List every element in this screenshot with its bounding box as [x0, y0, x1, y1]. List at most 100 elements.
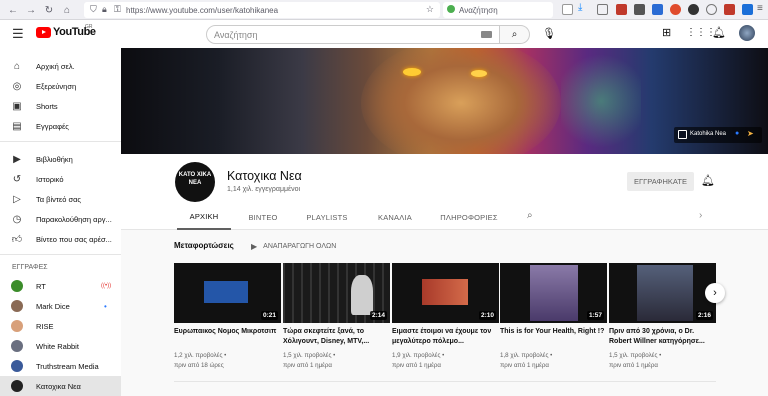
sidebar: ⌂ Αρχική σελ. ◎ Εξερεύνηση ▣ Shorts ▤ Εγ… [0, 48, 121, 396]
shelf-next-button[interactable]: › [705, 283, 725, 303]
video-thumbnail[interactable]: 2:16 [609, 263, 716, 323]
extension-7-icon[interactable] [724, 4, 735, 15]
subscribed-button[interactable]: ΕΓΓΡΑΦΗΚΑΤΕ [627, 172, 694, 191]
sidebar-item-shorts[interactable]: ▣ Shorts [0, 96, 121, 116]
video-duration: 2:14 [369, 311, 387, 320]
video-title[interactable]: Ειμαστε έτοιμοι να έχουμε τον μεγαλύτερο… [392, 327, 499, 347]
account-avatar[interactable] [739, 25, 755, 41]
lion-artwork [361, 48, 561, 154]
video-title[interactable]: Ευρωπαικος Νομος Μικροτσιπ [174, 327, 281, 337]
channel-search-icon[interactable]: ⌕ [527, 210, 533, 221]
tab-home[interactable]: ΑΡΧΙΚΗ [177, 204, 231, 230]
video-meta: 1,8 χιλ. προβολές • πριν από 1 ημέρα [500, 352, 553, 369]
tab-playlists[interactable]: PLAYLISTS [299, 204, 355, 230]
play-icon: ▷ [13, 193, 21, 205]
color-splash [561, 48, 641, 154]
bookmark-star-icon[interactable]: ☆ [426, 4, 434, 15]
video-duration: 1:57 [586, 311, 604, 320]
menu-icon[interactable]: ≡ [757, 3, 763, 14]
permissions-icon[interactable]: ⚿ [114, 4, 121, 15]
video-title[interactable]: Πριν από 30 χρόνια, ο Dr. Robert Willner… [609, 327, 716, 347]
sidebar-item-liked[interactable]: 👍︎ Βίντεο που σας αρέσ... [0, 229, 121, 249]
shorts-icon: ▣ [12, 100, 22, 112]
video-title[interactable]: Τώρα σκεφτείτε ξανά, το Χόλιγουντ, Disne… [283, 327, 390, 347]
sidebar-item-library[interactable]: ▶ Βιβλιοθήκη [0, 149, 121, 169]
tab-about[interactable]: ΠΛΗΡΟΦΟΡΙΕΣ [435, 204, 503, 230]
home-icon: ⌂ [13, 60, 21, 72]
search-input[interactable]: Αναζήτηση [206, 25, 500, 44]
hamburger-menu-icon[interactable]: ☰ [12, 26, 24, 42]
subscription-truthstream-media[interactable]: Truthstream Media [0, 356, 121, 376]
video-thumbnail[interactable]: 2:10 [392, 263, 499, 323]
extension-1-icon[interactable] [616, 4, 627, 15]
extension-3-icon[interactable] [652, 4, 663, 15]
extension-6-icon[interactable] [706, 4, 717, 15]
lion-eye-right [471, 70, 487, 77]
video-title[interactable]: This is for Your Health, Right !? [500, 327, 607, 337]
chevron-right-icon: › [713, 287, 717, 299]
extension-4-icon[interactable] [670, 4, 681, 15]
video-thumbnail[interactable]: 2:14 [283, 263, 390, 323]
subscription-rt[interactable]: RT ((•)) [0, 276, 121, 296]
channel-avatar [11, 300, 23, 312]
search-button[interactable]: ⌕ [500, 25, 530, 44]
youtube-logo-icon[interactable] [36, 27, 51, 38]
sidebar-item-explore[interactable]: ◎ Εξερεύνηση [0, 76, 121, 96]
video-duration: 2:10 [478, 311, 496, 320]
library-browser-icon[interactable] [597, 4, 608, 15]
lock-icon[interactable]: 🔒︎ [102, 4, 107, 15]
tab-channels[interactable]: ΚΑΝΑΛΙΑ [369, 204, 421, 230]
video-duration: 2:16 [695, 311, 713, 320]
tabs-next-chevron-icon[interactable]: › [699, 210, 702, 221]
create-video-icon[interactable]: ⊞ [662, 26, 671, 39]
sidebar-item-watch-later[interactable]: ◷ Παρακολούθηση αργ... [0, 209, 121, 229]
search-placeholder: Αναζήτηση [214, 29, 258, 40]
play-all-button[interactable]: ▶ ΑΝΑΠΑΡΑΓΩΓΗ ΟΛΩΝ [251, 240, 336, 252]
url-text: https://www.youtube.com/user/katohikanea [126, 5, 279, 15]
microphone-icon[interactable]: 🎙︎ [542, 27, 556, 40]
shield-icon[interactable]: ⛉ [90, 4, 97, 15]
sidebar-item-home[interactable]: ⌂ Αρχική σελ. [0, 56, 121, 76]
keyboard-icon[interactable] [481, 31, 492, 38]
notifications-bell-icon[interactable]: 🔔︎ [712, 26, 726, 39]
subscription-mark-dice[interactable]: Mark Dice • [0, 296, 121, 316]
browser-search-bar[interactable]: Αναζήτηση [443, 2, 553, 18]
notification-bell-icon[interactable]: 🔔︎ [701, 174, 715, 187]
extension-5-icon[interactable] [688, 4, 699, 15]
back-icon[interactable]: ← [6, 3, 20, 17]
extension-2-icon[interactable] [634, 4, 645, 15]
robot-figure [351, 275, 373, 315]
banner-link[interactable]: Katohika Nea ● ➤ [674, 127, 762, 143]
shelf-title[interactable]: Μεταφορτώσεις [174, 241, 234, 250]
forward-icon[interactable]: → [24, 3, 38, 17]
home-browser-icon[interactable]: ⌂ [60, 3, 74, 17]
browser-toolbar: ← → ↻ ⌂ ⛉ 🔒︎ ⚿ https://www.youtube.com/u… [0, 0, 768, 20]
sidebar-item-subscriptions[interactable]: ▤ Εγγραφές [0, 116, 121, 136]
subscriptions-icon: ▤ [12, 120, 22, 132]
extension-8-icon[interactable] [742, 4, 753, 15]
subscription-rise[interactable]: RISE [0, 316, 121, 336]
video-thumbnail[interactable]: 1:57 [500, 263, 607, 323]
pocket-icon[interactable] [562, 4, 573, 15]
subscription-white-rabbit[interactable]: White Rabbit [0, 336, 121, 356]
download-icon[interactable]: ⤓ [578, 2, 589, 13]
new-content-dot-icon: • [104, 301, 107, 311]
url-bar[interactable]: ⛉ 🔒︎ ⚿ https://www.youtube.com/user/kato… [84, 2, 440, 18]
subscription-katohika-nea[interactable]: Κατοχικα Νεα [0, 376, 121, 396]
sidebar-item-your-videos[interactable]: ▷ Τα βίντεό σας [0, 189, 121, 209]
channel-avatar [11, 380, 23, 392]
library-icon: ▶ [13, 153, 21, 165]
clock-icon: ◷ [12, 213, 22, 225]
channel-avatar [11, 280, 23, 292]
video-meta: 1,5 χιλ. προβολές • πριν από 1 ημέρα [283, 352, 336, 369]
video-meta: 1,9 χιλ. προβολές • πριν από 1 ημέρα [392, 352, 445, 369]
subscriptions-heading: ΕΓΓΡΑΦΕΣ [12, 264, 48, 271]
video-thumbnail[interactable]: 0:21 [174, 263, 281, 323]
sidebar-divider [0, 254, 121, 255]
thumbnail-image [530, 265, 578, 321]
sidebar-item-history[interactable]: ↺ Ιστορικό [0, 169, 121, 189]
subscriber-count: 1,14 χιλ. εγγεγραμμένοι [227, 186, 301, 193]
tab-videos[interactable]: ΒΙΝΤΕΟ [237, 204, 289, 230]
reload-icon[interactable]: ↻ [42, 3, 56, 17]
sidebar-divider [0, 141, 121, 142]
